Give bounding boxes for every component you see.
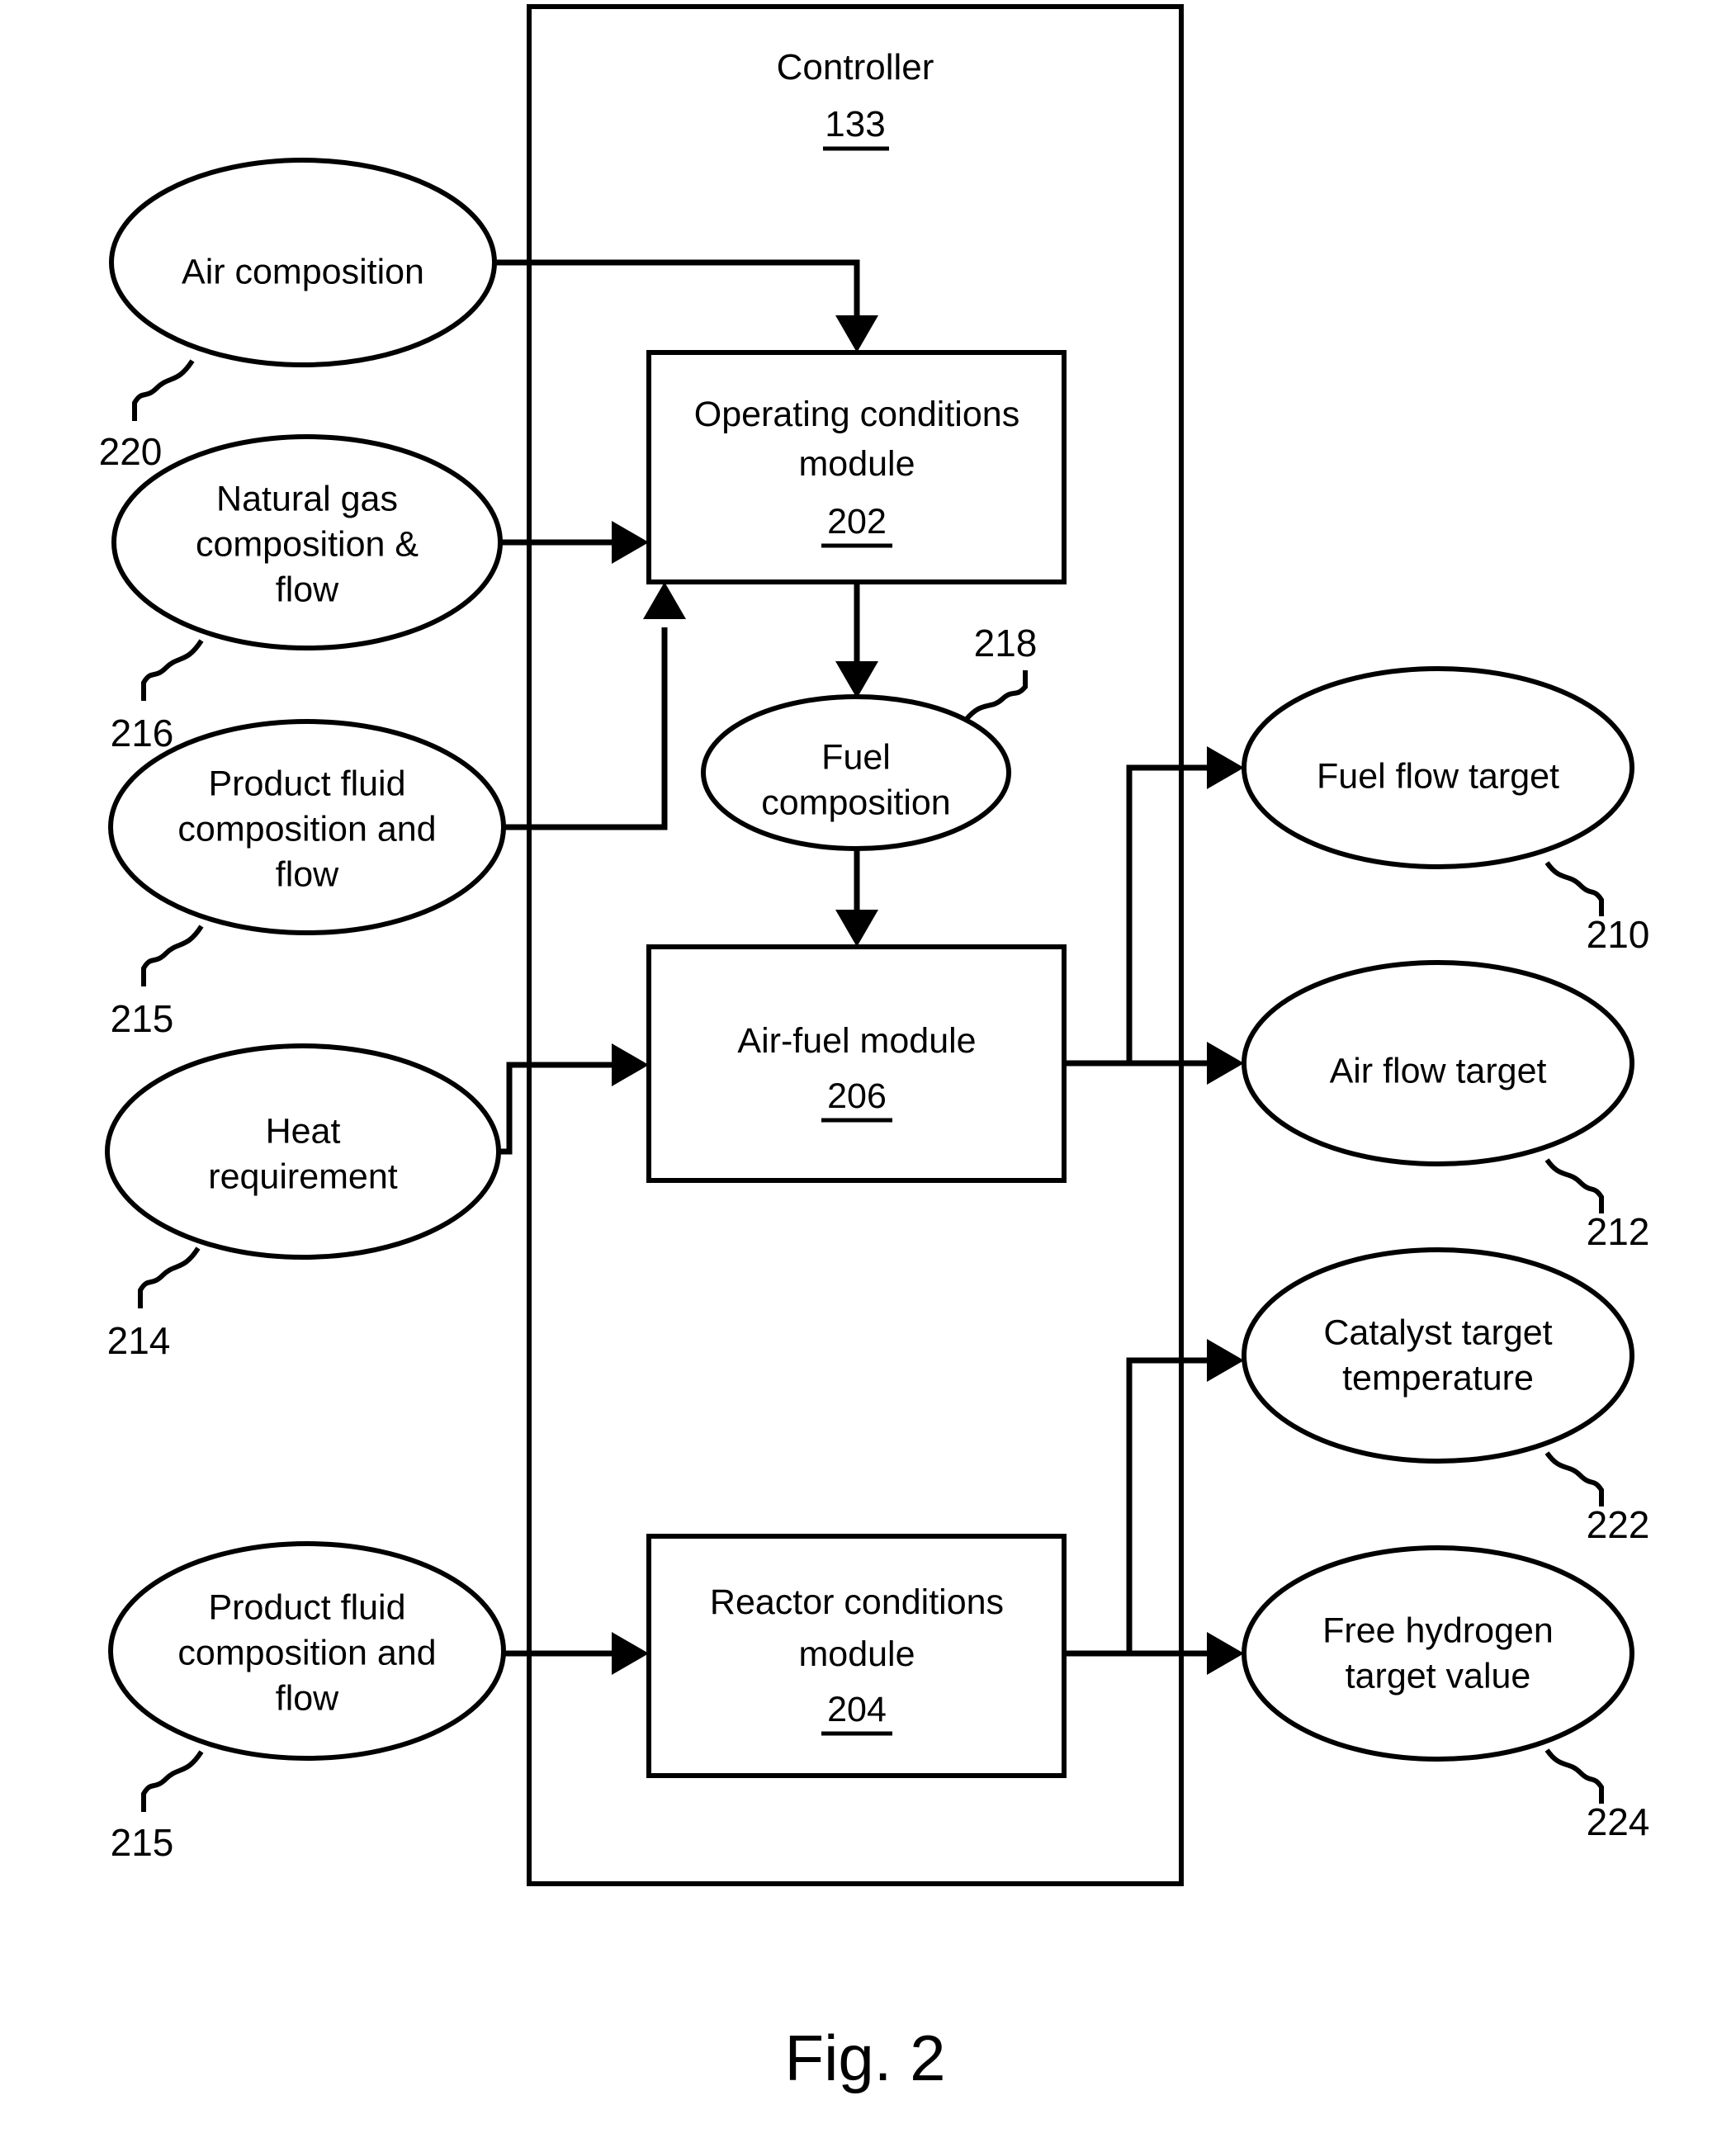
leader-222	[1544, 1451, 1604, 1507]
input-node-air-composition: Air composition 220	[99, 158, 497, 473]
label-air-flow-target: Air flow target	[1330, 1051, 1547, 1090]
ref-210: 210	[1587, 913, 1650, 956]
output-node-fuel-flow-target: Fuel flow target 210	[1242, 666, 1650, 956]
patent-figure: Controller 133 Air composition 220 Natur…	[0, 0, 1736, 2138]
leader-214	[138, 1246, 201, 1308]
ref-222: 222	[1587, 1503, 1650, 1546]
label-operating-conditions-1: Operating conditions	[694, 395, 1019, 434]
label-catalyst-target-1: Catalyst target	[1323, 1313, 1552, 1352]
figure-caption: Fig. 2	[784, 2022, 945, 2094]
input-node-product-fluid-lower: Product fluid composition and flow 215	[108, 1541, 506, 1864]
label-product-fluid-lower-1: Product fluid	[208, 1587, 405, 1627]
leader-224	[1544, 1748, 1604, 1804]
ellipse-catalyst-target-temperature	[1242, 1247, 1634, 1464]
ref-220: 220	[99, 430, 163, 473]
ellipse-free-hydrogen-target-value	[1242, 1545, 1634, 1762]
leader-216	[141, 639, 204, 701]
input-node-product-fluid-upper: Product fluid composition and flow 215	[108, 719, 506, 1040]
ref-206: 206	[827, 1076, 887, 1116]
label-natural-gas-1: Natural gas	[216, 479, 398, 518]
ref-224: 224	[1587, 1800, 1650, 1843]
output-node-air-flow-target: Air flow target 212	[1242, 960, 1650, 1253]
leader-215-lower	[141, 1750, 204, 1812]
label-air-fuel-1: Air-fuel module	[737, 1021, 976, 1061]
ref-218: 218	[974, 622, 1038, 665]
leader-215-upper	[141, 925, 204, 986]
label-heat-requirement-1: Heat	[266, 1111, 341, 1151]
arrowhead-204-to-224	[1207, 1632, 1244, 1675]
label-natural-gas-2: composition &	[196, 524, 419, 564]
label-product-fluid-lower-3: flow	[276, 1678, 339, 1718]
leader-210	[1544, 861, 1604, 916]
leader-212	[1544, 1158, 1604, 1213]
input-node-natural-gas: Natural gas composition & flow 216	[111, 434, 503, 754]
label-product-fluid-upper-1: Product fluid	[208, 764, 405, 803]
label-fuel-flow-target: Fuel flow target	[1317, 756, 1559, 796]
output-node-free-hydrogen-target-value: Free hydrogen target value 224	[1242, 1545, 1650, 1843]
arrowhead-206-to-212	[1207, 1042, 1244, 1085]
label-product-fluid-upper-3: flow	[276, 854, 339, 894]
arrowhead-206-to-210	[1207, 746, 1244, 789]
label-air-composition: Air composition	[182, 252, 424, 291]
ref-216: 216	[111, 712, 174, 754]
ref-214: 214	[107, 1319, 171, 1362]
diagram-canvas: Controller 133 Air composition 220 Natur…	[99, 4, 1650, 2094]
controller-title: Controller	[777, 47, 934, 88]
label-fuel-composition-1: Fuel	[821, 737, 891, 777]
label-product-fluid-upper-2: composition and	[177, 809, 436, 849]
label-catalyst-target-2: temperature	[1342, 1358, 1534, 1398]
box-air-fuel	[646, 944, 1067, 1183]
ref-202: 202	[827, 502, 887, 542]
label-heat-requirement-2: requirement	[208, 1157, 397, 1196]
label-free-hydrogen-1: Free hydrogen	[1322, 1611, 1554, 1650]
label-operating-conditions-2: module	[798, 444, 915, 484]
module-air-fuel: Air-fuel module 206	[646, 944, 1067, 1183]
module-reactor-conditions: Reactor conditions module 204	[646, 1534, 1067, 1778]
label-reactor-conditions-2: module	[798, 1634, 915, 1674]
label-free-hydrogen-2: target value	[1346, 1656, 1531, 1696]
ref-215-upper: 215	[111, 997, 174, 1040]
module-operating-conditions: Operating conditions module 202	[646, 350, 1067, 584]
label-product-fluid-lower-2: composition and	[177, 1633, 436, 1672]
ref-215-lower: 215	[111, 1821, 174, 1864]
output-node-catalyst-target-temperature: Catalyst target temperature 222	[1242, 1247, 1650, 1546]
arrowhead-204-to-222	[1207, 1339, 1244, 1382]
ref-204: 204	[827, 1690, 887, 1729]
label-reactor-conditions-1: Reactor conditions	[710, 1582, 1004, 1622]
label-fuel-composition-2: composition	[761, 783, 950, 822]
ellipse-heat-requirement	[105, 1043, 501, 1260]
ref-212: 212	[1587, 1210, 1650, 1253]
controller-ref: 133	[825, 104, 885, 144]
label-natural-gas-3: flow	[276, 570, 339, 609]
input-node-heat-requirement: Heat requirement 214	[105, 1043, 501, 1362]
leader-220	[132, 359, 195, 421]
